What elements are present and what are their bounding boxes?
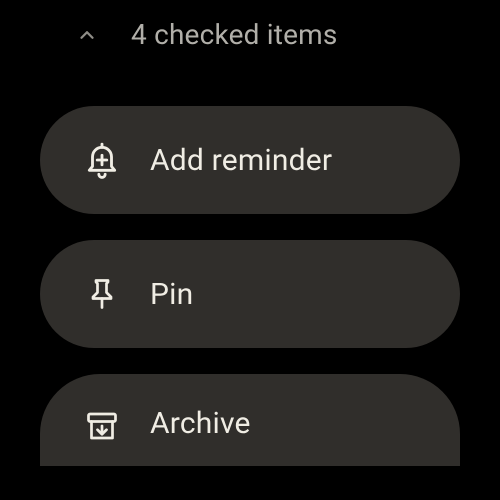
archive-icon [82, 406, 122, 446]
checked-items-label: 4 checked items [131, 18, 338, 51]
bell-add-icon [82, 140, 122, 180]
pin-icon [82, 274, 122, 314]
pin-button[interactable]: Pin [40, 240, 460, 348]
action-menu: Add reminder Pin Archive [0, 51, 500, 426]
archive-button[interactable]: Archive [40, 374, 460, 466]
menu-item-label: Archive [150, 406, 251, 441]
add-reminder-button[interactable]: Add reminder [40, 106, 460, 214]
menu-item-label: Add reminder [150, 143, 332, 178]
menu-item-label: Pin [150, 277, 193, 312]
checked-items-header[interactable]: 4 checked items [0, 0, 500, 51]
chevron-up-icon [75, 23, 99, 47]
